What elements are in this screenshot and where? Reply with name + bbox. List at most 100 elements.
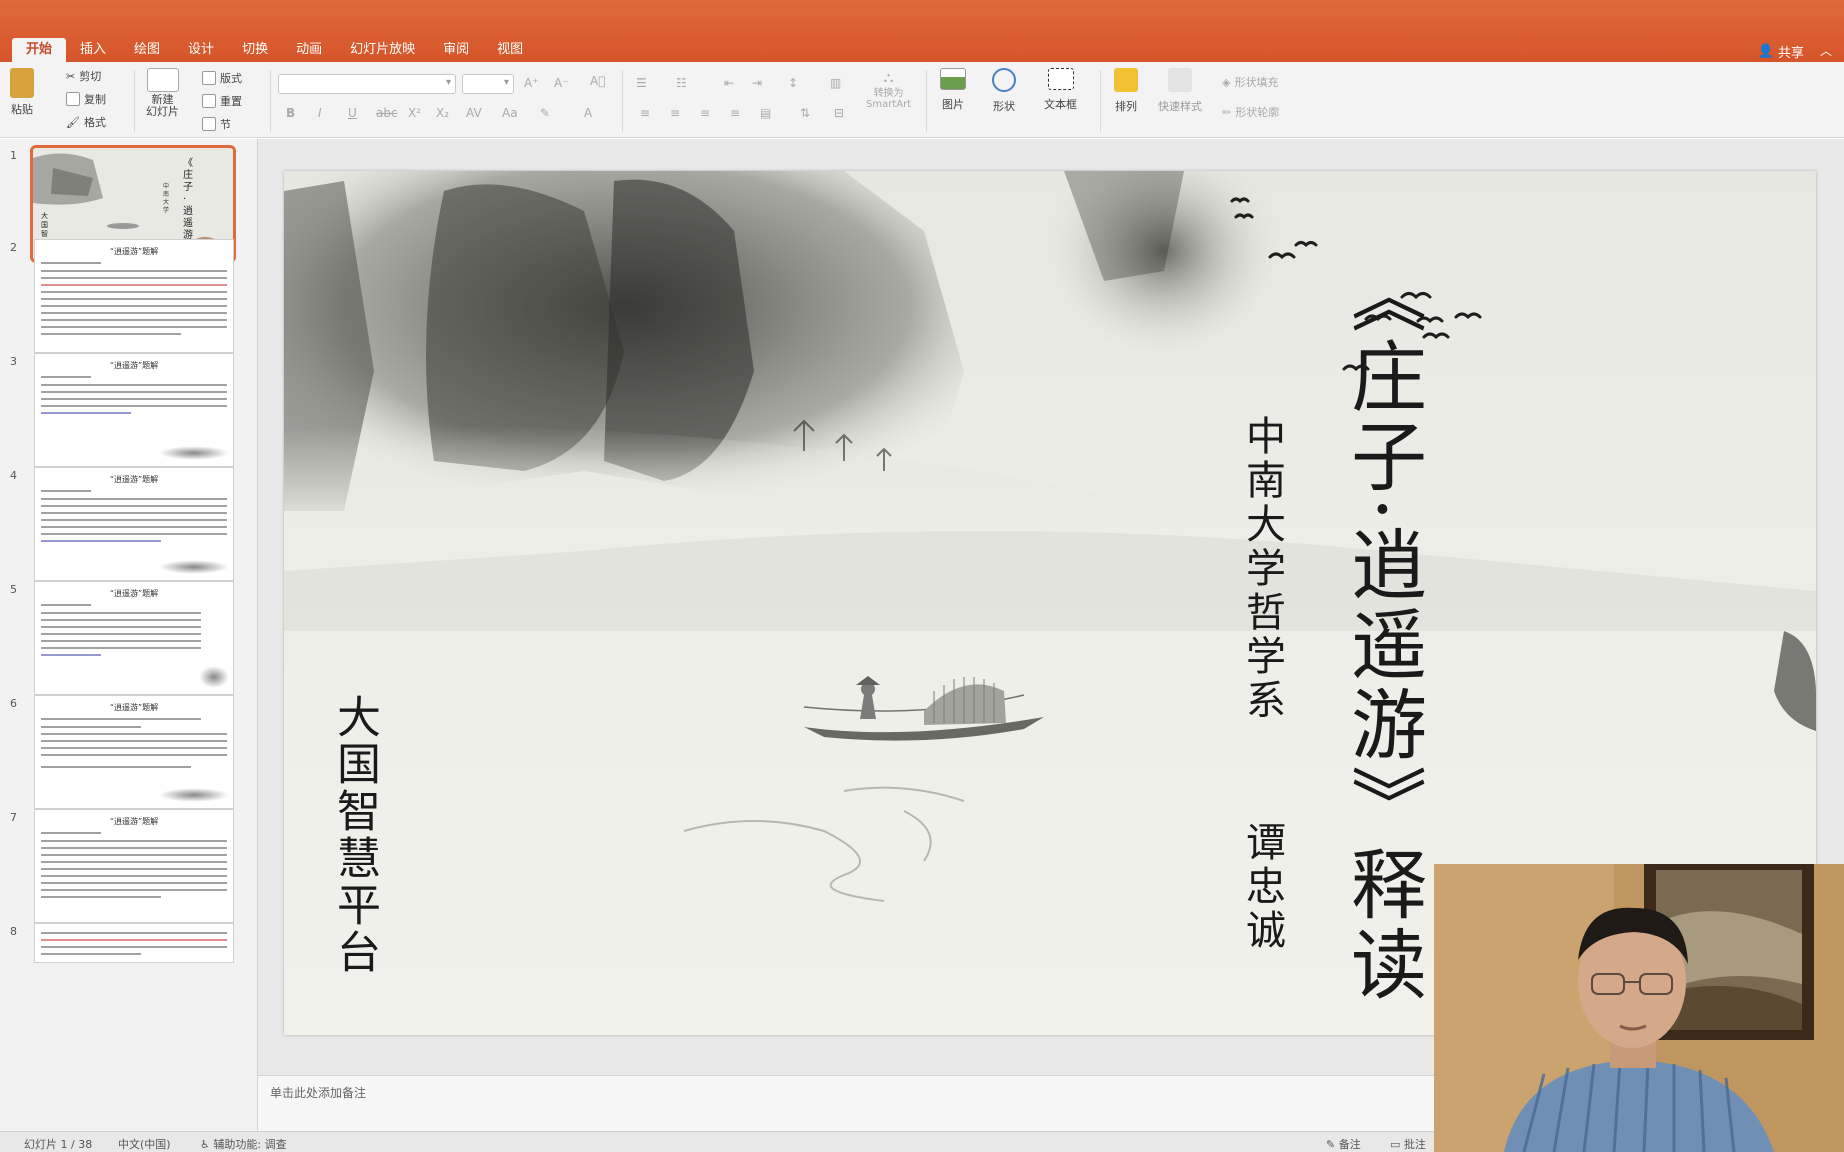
slide-number: 5 (10, 583, 17, 596)
shape-outline-button[interactable]: ✏ 形状轮廓 (1222, 104, 1279, 120)
underline-icon[interactable]: U (348, 106, 357, 120)
tab-view[interactable]: 视图 (483, 38, 537, 62)
thumbnail-text-line (41, 519, 227, 521)
new-slide-button[interactable]: 新建 幻灯片 (146, 68, 179, 118)
title-bar: 开始 插入 绘图 设计 切换 动画 幻灯片放映 审阅 视图 👤 共享 ︿ (0, 0, 1844, 62)
distribute-icon[interactable]: ▤ (760, 106, 771, 120)
font-family-select[interactable] (278, 74, 456, 94)
tab-review[interactable]: 审阅 (429, 38, 483, 62)
quick-styles-button[interactable]: 快速样式 (1158, 68, 1202, 114)
strikethrough-icon[interactable]: abc (376, 106, 398, 120)
tab-home[interactable]: 开始 (12, 38, 67, 62)
numbering-icon[interactable]: ☷ (676, 76, 687, 90)
section-button[interactable]: 节 (202, 116, 231, 132)
align-left-icon[interactable]: ≡ (640, 106, 650, 120)
notes-toggle-button[interactable]: ✎ 备注 (1326, 1136, 1361, 1152)
tab-insert[interactable]: 插入 (66, 38, 120, 62)
cut-button[interactable]: ✂ 剪切 (66, 68, 101, 84)
text-direction-icon[interactable]: ⇅ (800, 106, 810, 120)
slide-thumbnail-4[interactable]: “逍遥游”题解 (34, 467, 234, 581)
align-center-icon[interactable]: ≡ (670, 106, 680, 120)
slide-platform[interactable]: 大国智慧平台 (329, 694, 380, 976)
thumbnail-text-line (41, 333, 181, 335)
share-label: 共享 (1777, 46, 1804, 61)
slide-thumbnail-3[interactable]: “逍遥游”题解 (34, 353, 234, 467)
share-button[interactable]: 👤 共享 (1758, 42, 1804, 61)
slide-thumbnail-8[interactable] (34, 923, 234, 963)
thumbnail-ink-decoration (159, 788, 229, 802)
shape-icon (992, 68, 1016, 92)
change-case-icon[interactable]: Aa (502, 106, 518, 120)
slide-thumbnail-5[interactable]: “逍遥游”题解 (34, 581, 234, 695)
subscript-icon[interactable]: X₂ (436, 106, 449, 120)
font-color-icon[interactable]: A (584, 106, 592, 120)
slide-author[interactable]: 谭忠诚 (1239, 821, 1285, 953)
align-text-icon[interactable]: ⊟ (834, 106, 844, 120)
tab-transitions[interactable]: 切换 (228, 38, 282, 62)
reset-button[interactable]: 重置 (202, 93, 242, 109)
font-size-select[interactable] (462, 74, 514, 94)
slide-thumbnail-panel[interactable]: 1 《庄子 ·逍遥 游》 中南大学 大国智慧 2 “逍遥游”题解 (0, 139, 258, 1131)
thumbnail-text-line (41, 868, 227, 870)
language-indicator[interactable]: 中文(中国) (118, 1136, 171, 1152)
slide-thumbnail-7[interactable]: “逍遥游”题解 (34, 809, 234, 923)
shrink-font-icon[interactable]: A⁻ (554, 76, 569, 90)
slide-number: 2 (10, 241, 17, 254)
textbox-icon (1047, 68, 1074, 90)
bold-icon[interactable]: B (286, 106, 295, 120)
collapse-ribbon-chevron-icon[interactable]: ︿ (1820, 42, 1832, 59)
line-spacing-icon[interactable]: ↕ (788, 76, 798, 90)
copy-label: 复制 (84, 93, 106, 106)
slide-number: 6 (10, 697, 17, 710)
notes-placeholder[interactable]: 单击此处添加备注 (270, 1084, 366, 1101)
brush-icon: 🖌 (66, 115, 80, 129)
comments-toggle-button[interactable]: ▭ 批注 (1390, 1136, 1426, 1152)
layout-button[interactable]: 版式 (202, 70, 242, 86)
superscript-icon[interactable]: X² (408, 106, 421, 120)
justify-icon[interactable]: ≡ (730, 106, 740, 120)
picture-button[interactable]: 图片 (940, 68, 966, 112)
shape-button[interactable]: 形状 (992, 68, 1016, 114)
thumbnail-text-line (41, 882, 227, 884)
thumbnail-text-line (41, 505, 227, 507)
align-right-icon[interactable]: ≡ (700, 106, 710, 120)
textbox-button[interactable]: 文本框 (1044, 68, 1077, 112)
copy-icon (66, 92, 80, 106)
accessibility-indicator[interactable]: ♿ 辅助功能: 调查 (200, 1136, 287, 1152)
decrease-indent-icon[interactable]: ⇤ (724, 76, 734, 90)
reset-label: 重置 (220, 95, 242, 108)
highlight-icon[interactable]: ✎ (540, 106, 550, 120)
paste-button[interactable]: 粘贴 (10, 68, 34, 117)
tab-animations[interactable]: 动画 (282, 38, 336, 62)
tab-draw[interactable]: 绘图 (120, 38, 174, 62)
comments-label: 批注 (1403, 1138, 1426, 1151)
thumbnail-text-line (41, 612, 201, 614)
copy-button[interactable]: 复制 (66, 91, 106, 107)
columns-icon[interactable]: ▥ (830, 76, 841, 90)
slide-university[interactable]: 中南大学哲学系 (1239, 415, 1285, 723)
clear-format-icon[interactable]: A⃠ (590, 74, 605, 88)
grow-font-icon[interactable]: A⁺ (524, 76, 539, 90)
shape-fill-button[interactable]: ◈ 形状填充 (1222, 74, 1278, 90)
slide-thumbnail-2[interactable]: “逍遥游”题解 (34, 239, 234, 353)
thumbnail-text-line (41, 277, 227, 279)
bullets-icon[interactable]: ☰ (636, 76, 647, 90)
thumbnail-ink-decoration (159, 560, 229, 574)
smartart-icon: ⛬ (883, 70, 894, 86)
slide-main-title[interactable]: 《庄子·逍遥游》释读 (1338, 257, 1427, 1005)
arrange-button[interactable]: 排列 (1114, 68, 1138, 114)
format-painter-label: 格式 (83, 116, 106, 129)
thumbnail-title: “逍遥游”题解 (109, 247, 159, 256)
char-spacing-icon[interactable]: AV (466, 106, 482, 120)
tab-design[interactable]: 设计 (174, 38, 228, 62)
italic-icon[interactable]: I (318, 106, 322, 120)
reset-icon (202, 94, 216, 108)
shape-outline-label: 形状轮廓 (1235, 106, 1280, 119)
increase-indent-icon[interactable]: ⇥ (752, 76, 762, 90)
format-painter-button[interactable]: 🖌 格式 (66, 114, 106, 130)
thumbnail-text-line (41, 832, 101, 834)
thumbnail-text-line (41, 654, 101, 656)
tab-slideshow[interactable]: 幻灯片放映 (336, 38, 429, 62)
convert-smartart-button[interactable]: ⛬ 转换为 SmartArt (866, 70, 911, 110)
slide-thumbnail-6[interactable]: “逍遥游”题解 (34, 695, 234, 809)
